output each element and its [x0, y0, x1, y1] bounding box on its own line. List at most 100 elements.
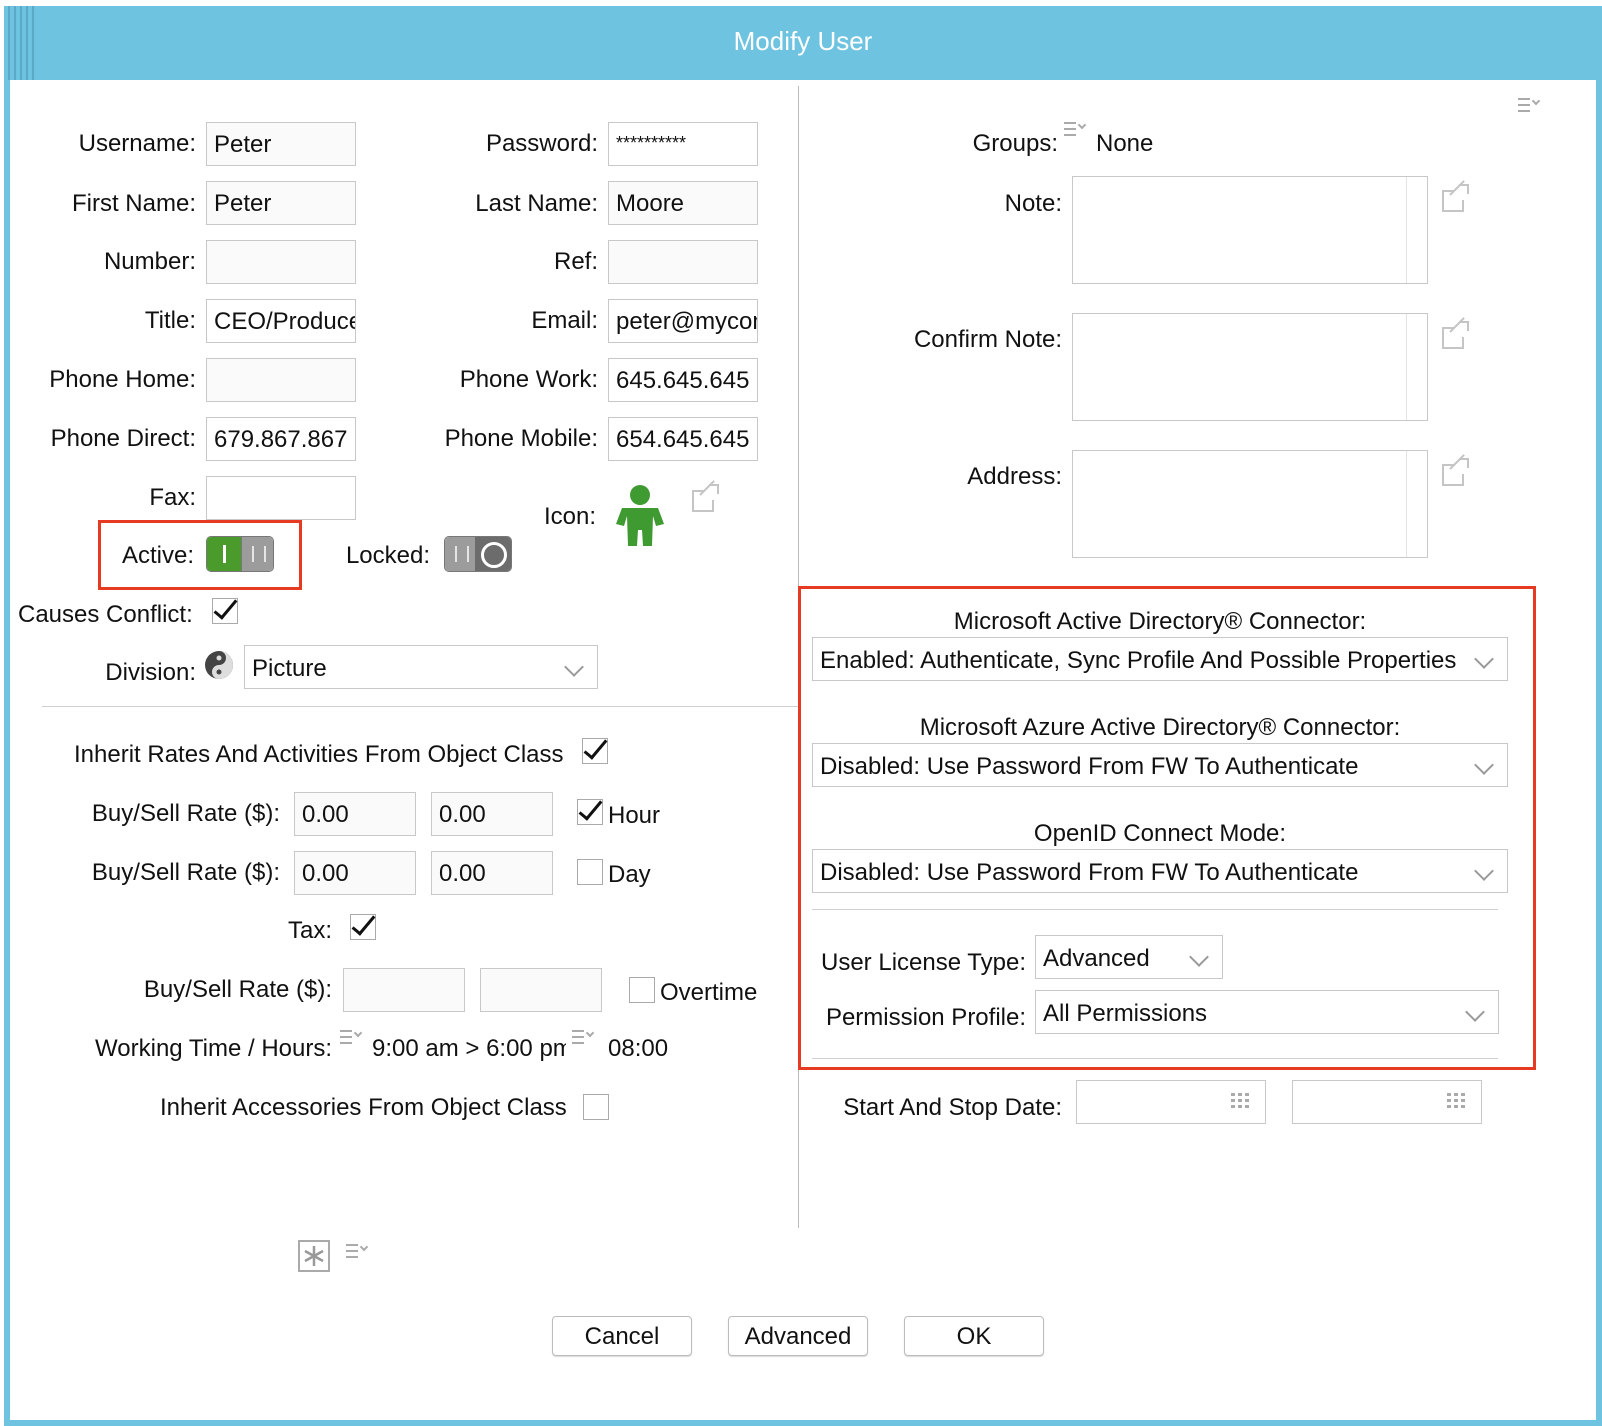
permission-select[interactable]: All Permissions — [1035, 990, 1499, 1034]
number-input[interactable] — [206, 240, 356, 284]
working-time-range[interactable]: 9:00 am > 6:00 pm — [372, 1035, 566, 1063]
panel-menu-icon[interactable] — [1518, 96, 1542, 114]
note-textarea[interactable] — [1072, 176, 1428, 284]
yin-yang-icon — [205, 651, 233, 679]
advanced-button[interactable]: Advanced — [728, 1316, 868, 1356]
rate1-sell-input[interactable]: 0.00 — [431, 792, 553, 836]
toggle-on-indicator — [207, 537, 243, 571]
hour-checkbox[interactable] — [577, 795, 603, 825]
calendar-icon[interactable] — [1447, 1093, 1469, 1111]
causes-conflict-label: Causes Conflict: — [18, 601, 193, 628]
icon-popout-icon[interactable] — [692, 480, 720, 512]
phone-direct-label: Phone Direct: — [50, 425, 196, 452]
openid-label: OpenID Connect Mode: — [1033, 820, 1287, 847]
confirm-note-textarea[interactable] — [1072, 313, 1428, 421]
phone-mobile-input[interactable]: 654.645.645 — [608, 417, 758, 461]
division-label: Division: — [105, 659, 196, 686]
ok-button[interactable]: OK — [904, 1316, 1044, 1356]
hours-list-icon[interactable] — [572, 1028, 596, 1046]
address-textarea[interactable] — [1072, 450, 1428, 558]
last-name-input[interactable]: Moore — [608, 181, 758, 225]
dates-label: Start And Stop Date: — [843, 1094, 1062, 1121]
toggle-grip-icon — [241, 537, 273, 571]
start-date-input[interactable] — [1076, 1080, 1266, 1124]
username-label: Username: — [78, 130, 196, 157]
note-label: Note: — [1004, 190, 1062, 217]
inherit-accessories-checkbox[interactable] — [583, 1094, 609, 1120]
cancel-button[interactable]: Cancel — [552, 1316, 692, 1356]
stop-date-input[interactable] — [1292, 1080, 1482, 1124]
overtime-label: Overtime — [660, 979, 758, 1006]
phone-home-label: Phone Home: — [49, 366, 196, 393]
msad-label: Microsoft Active Directory® Connector: — [953, 608, 1367, 635]
license-select[interactable]: Advanced — [1035, 935, 1223, 979]
password-input[interactable]: ********** — [608, 122, 758, 166]
email-input[interactable]: peter@mycompany — [608, 299, 758, 343]
divider — [812, 1058, 1498, 1059]
ref-input[interactable] — [608, 240, 758, 284]
dialog-body: Username: Peter Password: ********** Fir… — [10, 80, 1596, 1420]
options-list-icon[interactable] — [346, 1242, 370, 1260]
divider — [42, 706, 798, 707]
phone-direct-input[interactable]: 679.867.867 — [206, 417, 356, 461]
division-select[interactable]: Picture — [244, 645, 598, 689]
modify-user-dialog: Modify User Username: Peter Password: **… — [4, 6, 1602, 1426]
window-title: Modify User — [733, 26, 873, 56]
rate2-buy-input[interactable]: 0.00 — [294, 851, 416, 895]
asterisk-icon[interactable] — [298, 1240, 330, 1272]
ref-label: Ref: — [553, 248, 598, 275]
tax-label: Tax: — [287, 917, 332, 944]
rate3-buy-input[interactable] — [343, 968, 465, 1012]
phone-mobile-label: Phone Mobile: — [444, 425, 598, 452]
rate1-buy-input[interactable]: 0.00 — [294, 792, 416, 836]
msad-select[interactable]: Enabled: Authenticate, Sync Profile And … — [812, 637, 1508, 681]
phone-home-input[interactable] — [206, 358, 356, 402]
azure-select[interactable]: Disabled: Use Password From FW To Authen… — [812, 743, 1508, 787]
divider — [812, 909, 1498, 910]
working-hours-value: 08:00 — [608, 1035, 669, 1062]
fax-input[interactable] — [206, 476, 356, 520]
username-input[interactable]: Peter — [206, 122, 356, 166]
rate2-sell-input[interactable]: 0.00 — [431, 851, 553, 895]
calendar-icon[interactable] — [1231, 1093, 1253, 1111]
rate3-sell-input[interactable] — [480, 968, 602, 1012]
groups-value: None — [1096, 130, 1154, 157]
active-toggle[interactable] — [206, 536, 274, 572]
rate1-label: Buy/Sell Rate ($): — [91, 800, 280, 827]
active-label: Active: — [121, 542, 194, 569]
inherit-rates-label: Inherit Rates And Activities From Object… — [74, 741, 564, 768]
rate3-label: Buy/Sell Rate ($): — [143, 976, 332, 1003]
first-name-input[interactable]: Peter — [206, 181, 356, 225]
rate2-label: Buy/Sell Rate ($): — [91, 859, 280, 886]
groups-label: Groups: — [972, 130, 1058, 157]
permission-value: All Permissions — [1043, 1000, 1208, 1027]
groups-list-icon[interactable] — [1064, 120, 1088, 138]
chevron-down-icon — [1474, 861, 1494, 881]
user-icon[interactable] — [614, 484, 666, 546]
title-bar[interactable]: Modify User — [4, 6, 1602, 80]
tax-checkbox[interactable] — [350, 910, 376, 940]
division-value: Picture — [252, 655, 327, 682]
inherit-rates-checkbox[interactable] — [582, 734, 608, 764]
day-checkbox[interactable] — [577, 859, 603, 885]
working-time-list-icon[interactable] — [340, 1028, 364, 1046]
hour-label: Hour — [608, 802, 661, 829]
phone-work-input[interactable]: 645.645.645 — [608, 358, 758, 402]
chevron-down-icon — [1465, 1002, 1485, 1022]
azure-value: Disabled: Use Password From FW To Authen… — [820, 753, 1359, 780]
permission-label: Permission Profile: — [825, 1004, 1026, 1031]
day-label: Day — [608, 861, 651, 888]
chevron-down-icon — [564, 657, 584, 677]
license-value: Advanced — [1043, 945, 1150, 972]
confirm-note-popout-icon[interactable] — [1442, 317, 1470, 349]
address-popout-icon[interactable] — [1442, 454, 1470, 486]
overtime-checkbox[interactable] — [629, 977, 655, 1003]
locked-toggle[interactable] — [444, 536, 512, 572]
msad-value: Enabled: Authenticate, Sync Profile And … — [820, 647, 1457, 674]
note-popout-icon[interactable] — [1442, 180, 1470, 212]
address-label: Address: — [967, 463, 1062, 490]
openid-select[interactable]: Disabled: Use Password From FW To Authen… — [812, 849, 1508, 893]
chevron-down-icon — [1474, 755, 1494, 775]
causes-conflict-checkbox[interactable] — [212, 594, 238, 624]
title-input[interactable]: CEO/Producer — [206, 299, 356, 343]
